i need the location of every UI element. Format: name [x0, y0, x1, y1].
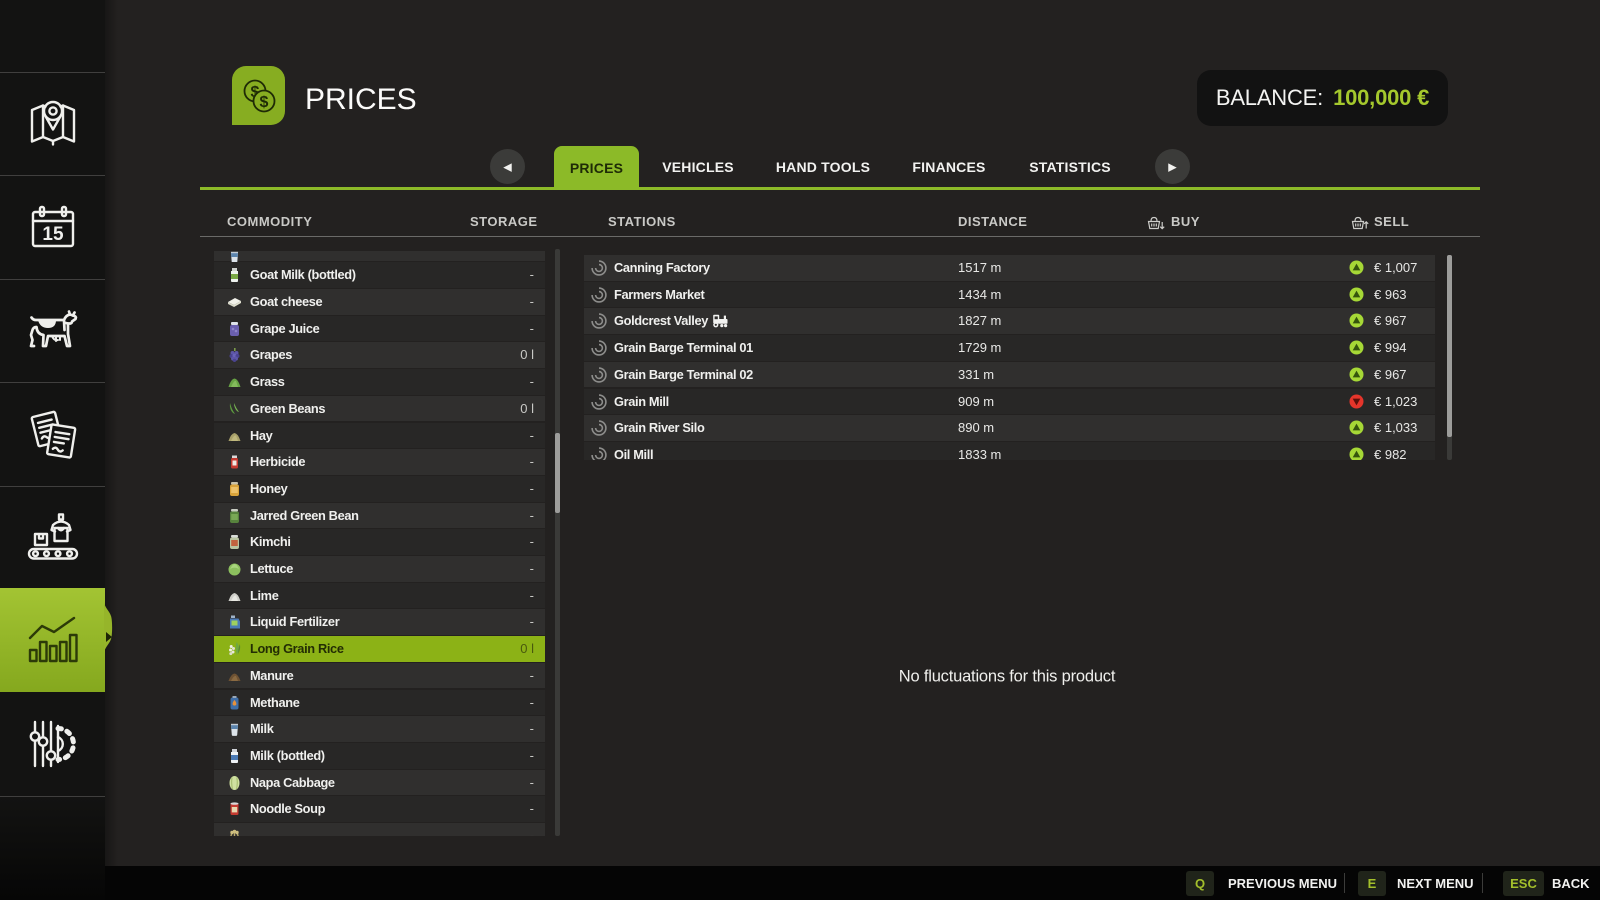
svg-text:$: $	[259, 94, 268, 111]
svg-text:15: 15	[42, 224, 64, 245]
